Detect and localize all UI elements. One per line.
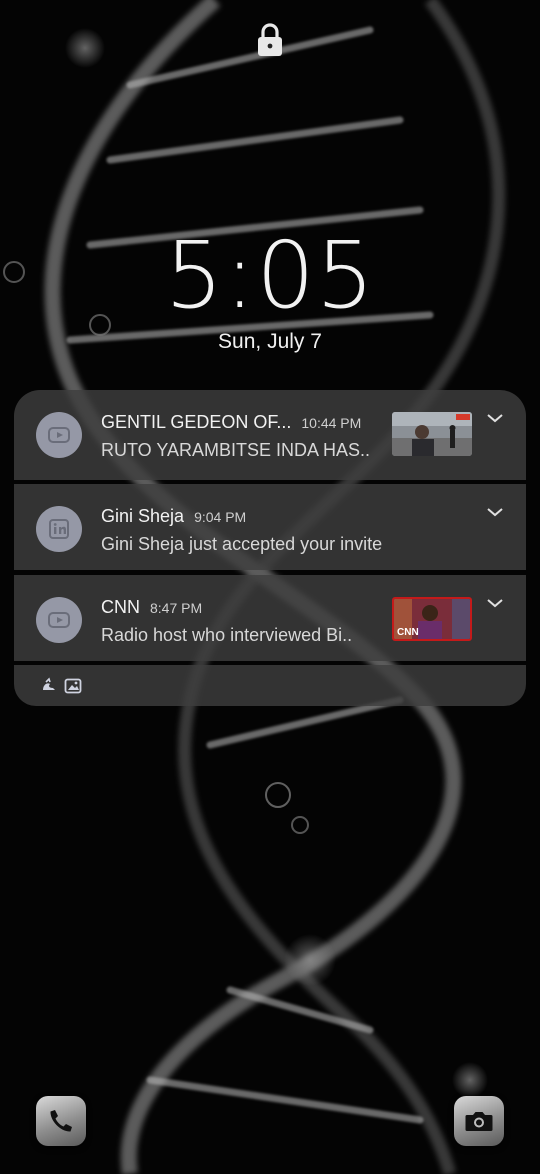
notification-sender: CNN	[101, 597, 140, 617]
chevron-down-icon[interactable]	[486, 412, 504, 424]
notification-sender: GENTIL GEDEON OF...	[101, 412, 292, 432]
app-notification-icon[interactable]	[40, 677, 58, 695]
notification-body: Radio host who interviewed Bi..	[101, 625, 353, 645]
notification-sender: Gini Sheja	[101, 506, 185, 526]
phone-icon	[50, 1110, 72, 1132]
notification-body: RUTO YARAMBITSE INDA HAS..	[101, 440, 371, 460]
notification-time: 9:04 PM	[194, 509, 247, 525]
notification-time: 8:47 PM	[150, 600, 203, 616]
youtube-icon	[36, 412, 82, 458]
camera-shortcut-button[interactable]	[454, 1096, 504, 1146]
video-thumbnail: CNN	[392, 597, 472, 641]
image-icon[interactable]	[64, 677, 82, 695]
notification-time: 10:44 PM	[301, 415, 362, 431]
youtube-icon	[36, 597, 82, 643]
notification-card[interactable]: CNN 8:47 PM Radio host who interviewed Bi…	[14, 575, 526, 661]
chevron-down-icon[interactable]	[486, 506, 504, 518]
linkedin-icon	[36, 506, 82, 552]
lock-icon	[258, 23, 282, 56]
camera-icon	[465, 1112, 493, 1131]
lock-screen-date: Sun, July 7	[218, 330, 322, 353]
cnn-logo-text: CNN	[397, 627, 419, 638]
notification-body: Gini Sheja just accepted your invite	[101, 534, 383, 554]
phone-shortcut-button[interactable]	[36, 1096, 86, 1146]
notification-card[interactable]: Gini Sheja 9:04 PM Gini Sheja just accept…	[14, 484, 526, 570]
chevron-down-icon[interactable]	[486, 597, 504, 609]
video-thumbnail	[392, 412, 472, 456]
notification-footer[interactable]	[14, 665, 526, 706]
notification-card[interactable]: GENTIL GEDEON OF... 10:44 PM RUTO YARAMBI…	[14, 390, 526, 480]
lock-screen-clock: 5:05	[164, 222, 376, 329]
